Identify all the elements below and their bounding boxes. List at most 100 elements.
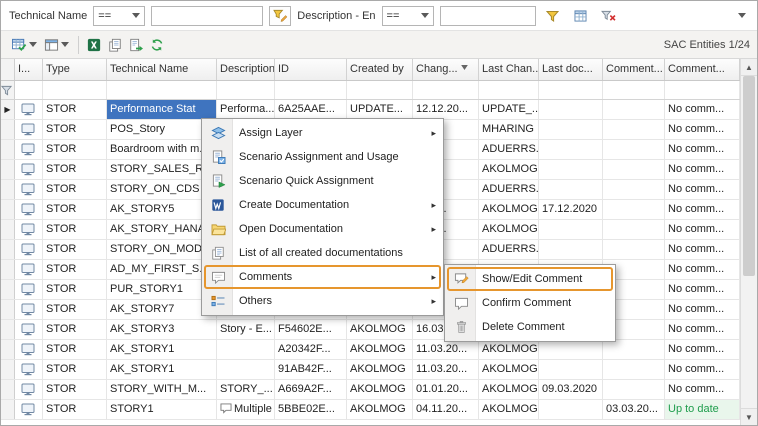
row-indicator[interactable]: [1, 380, 15, 399]
cell-desc[interactable]: [217, 340, 275, 359]
filter-row-cell[interactable]: [539, 81, 603, 99]
cell-created[interactable]: UPDATE...: [347, 100, 413, 119]
cell-id[interactable]: 91AB42F...: [275, 360, 347, 379]
scrollbar-thumb[interactable]: [743, 76, 755, 276]
row-indicator[interactable]: [1, 160, 15, 179]
column-header-id[interactable]: ID: [275, 59, 347, 80]
entity-type-icon-cell[interactable]: [15, 180, 43, 199]
cell-type[interactable]: STOR: [43, 160, 107, 179]
filter-row-cell[interactable]: [665, 81, 740, 99]
refresh-button[interactable]: [147, 34, 167, 56]
row-indicator[interactable]: [1, 240, 15, 259]
cell-type[interactable]: STOR: [43, 240, 107, 259]
auto-filter-row[interactable]: [1, 81, 740, 100]
filter-row-cell[interactable]: [347, 81, 413, 99]
row-indicator[interactable]: [1, 220, 15, 239]
cell-created[interactable]: AKOLMOG: [347, 320, 413, 339]
scroll-up-button[interactable]: ▲: [741, 59, 757, 76]
cell-type[interactable]: STOR: [43, 180, 107, 199]
scroll-down-button[interactable]: ▼: [741, 408, 757, 425]
cell-name[interactable]: Performance Stat: [107, 100, 217, 119]
row-indicator[interactable]: [1, 140, 15, 159]
filter-edit-button[interactable]: [269, 6, 291, 26]
context-menu-item-scenario-quick-assignment[interactable]: Scenario Quick Assignment: [204, 169, 441, 193]
entity-type-icon-cell[interactable]: [15, 220, 43, 239]
cell-last_changed[interactable]: AKOLMOG: [479, 220, 539, 239]
cell-comment_state[interactable]: No comm...: [665, 300, 740, 319]
cell-created[interactable]: AKOLMOG: [347, 380, 413, 399]
cell-comment_state[interactable]: No comm...: [665, 320, 740, 339]
filter-row-cell[interactable]: [413, 81, 479, 99]
cell-comment_date[interactable]: [603, 360, 665, 379]
excel-export-button[interactable]: [84, 34, 104, 56]
cell-last_changed[interactable]: AKOLMOG: [479, 200, 539, 219]
filter-row-cell[interactable]: [603, 81, 665, 99]
cell-last_changed[interactable]: AKOLMOG: [479, 160, 539, 179]
cell-changed[interactable]: 11.03.20...: [413, 360, 479, 379]
cell-comment_state[interactable]: No comm...: [665, 220, 740, 239]
cell-created[interactable]: AKOLMOG: [347, 340, 413, 359]
filter-button[interactable]: [542, 6, 564, 26]
context-menu-item-comments[interactable]: Comments▸: [204, 265, 441, 289]
filter-row-cell[interactable]: [217, 81, 275, 99]
row-indicator[interactable]: [1, 400, 15, 419]
cell-changed[interactable]: 04.11.20...: [413, 400, 479, 419]
column-header-technical-name[interactable]: Technical Name: [107, 59, 217, 80]
cell-comment_state[interactable]: No comm...: [665, 260, 740, 279]
vertical-scrollbar[interactable]: ▲ ▼: [740, 59, 757, 425]
cell-type[interactable]: STOR: [43, 120, 107, 139]
cell-desc[interactable]: Multiple S...: [217, 400, 275, 419]
cell-desc[interactable]: Performa...: [217, 100, 275, 119]
cell-type[interactable]: STOR: [43, 260, 107, 279]
cell-name[interactable]: AK_STORY1: [107, 340, 217, 359]
row-indicator[interactable]: [1, 120, 15, 139]
column-header-i[interactable]: I...: [15, 59, 43, 80]
cell-last_doc[interactable]: [539, 400, 603, 419]
cell-type[interactable]: STOR: [43, 200, 107, 219]
entity-type-icon-cell[interactable]: [15, 140, 43, 159]
context-menu-item-list-of-all-created-documentations[interactable]: List of all created documentations: [204, 241, 441, 265]
cell-type[interactable]: STOR: [43, 140, 107, 159]
cell-last_changed[interactable]: ADUERRS...: [479, 140, 539, 159]
cell-comment_date[interactable]: [603, 220, 665, 239]
cell-type[interactable]: STOR: [43, 280, 107, 299]
cell-desc[interactable]: [217, 360, 275, 379]
filter-row-cell[interactable]: [15, 81, 43, 99]
entity-type-icon-cell[interactable]: [15, 400, 43, 419]
entity-type-icon-cell[interactable]: [15, 240, 43, 259]
panel-chevron-button[interactable]: [735, 13, 749, 18]
table-row[interactable]: STORAK_STORY1A20342F...AKOLMOG11.03.20..…: [1, 340, 740, 360]
column-header-last-doc[interactable]: Last doc...: [539, 59, 603, 80]
technical-name-filter-input[interactable]: [151, 6, 263, 26]
column-header-type[interactable]: Type: [43, 59, 107, 80]
cell-comment_state[interactable]: No comm...: [665, 340, 740, 359]
submenu-item-show-edit-comment[interactable]: Show/Edit Comment: [447, 267, 613, 291]
cell-type[interactable]: STOR: [43, 100, 107, 119]
cell-changed[interactable]: 11.03.20...: [413, 340, 479, 359]
grid-view-button[interactable]: [570, 6, 592, 26]
cell-comment_state[interactable]: No comm...: [665, 360, 740, 379]
cell-last_doc[interactable]: [539, 360, 603, 379]
context-menu-item-open-documentation[interactable]: Open Documentation▸: [204, 217, 441, 241]
table-row[interactable]: STORSTORY1Multiple S...5BBE02E...AKOLMOG…: [1, 400, 740, 420]
filter-row-cell[interactable]: [107, 81, 217, 99]
cell-last_doc[interactable]: [539, 160, 603, 179]
cell-type[interactable]: STOR: [43, 360, 107, 379]
column-header-created-by[interactable]: Created by: [347, 59, 413, 80]
row-indicator[interactable]: [1, 300, 15, 319]
row-indicator[interactable]: [1, 360, 15, 379]
cell-last_doc[interactable]: 17.12.2020: [539, 200, 603, 219]
filter-row-cell[interactable]: [43, 81, 107, 99]
cell-created[interactable]: AKOLMOG: [347, 360, 413, 379]
row-indicator[interactable]: [1, 280, 15, 299]
cell-comment_state[interactable]: Up to date: [665, 400, 740, 419]
cell-comment_state[interactable]: No comm...: [665, 120, 740, 139]
cell-id[interactable]: A669A2F...: [275, 380, 347, 399]
cell-last_doc[interactable]: [539, 340, 603, 359]
entity-type-icon-cell[interactable]: [15, 100, 43, 119]
column-header-last-chan[interactable]: Last Chan...: [479, 59, 539, 80]
cell-comment_date[interactable]: [603, 140, 665, 159]
entity-type-icon-cell[interactable]: [15, 320, 43, 339]
cell-last_doc[interactable]: 09.03.2020: [539, 380, 603, 399]
cell-last_changed[interactable]: MHARING: [479, 120, 539, 139]
